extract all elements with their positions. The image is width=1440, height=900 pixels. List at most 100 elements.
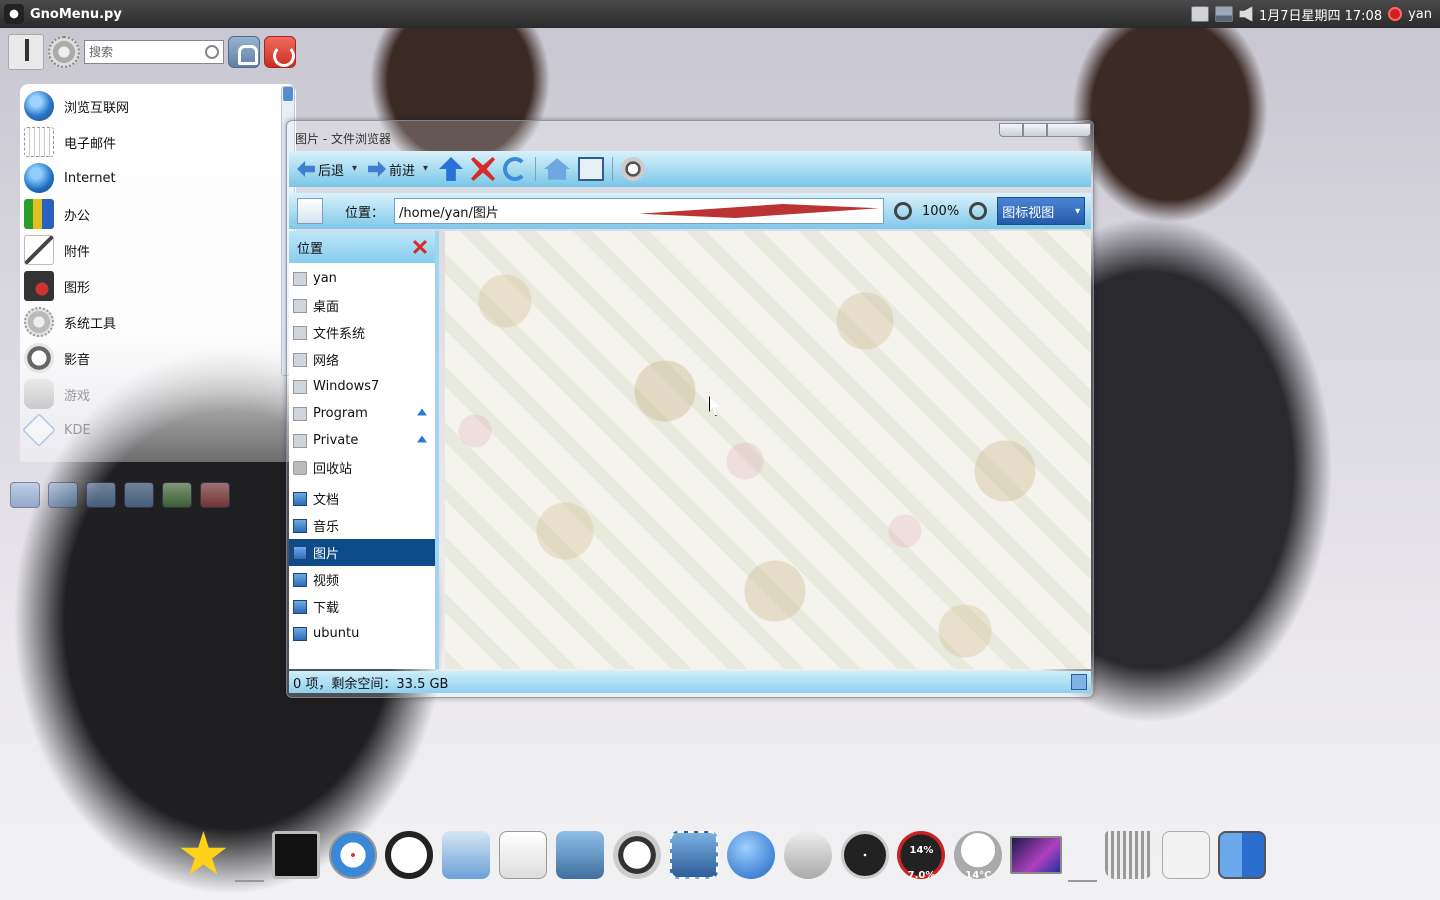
dock-item-browser[interactable] <box>327 827 378 883</box>
menu-item-web-browser[interactable]: 浏览互联网 <box>20 88 296 124</box>
gear-icon[interactable] <box>48 36 80 68</box>
maximize-button[interactable] <box>1023 123 1047 137</box>
forward-history-dropdown[interactable]: ▾ <box>423 164 431 174</box>
menu-item-internet[interactable]: Internet <box>20 160 296 196</box>
sidebar-item-pictures[interactable]: 图片 <box>289 539 435 566</box>
dock-item-favorites[interactable] <box>178 827 229 883</box>
dock-item-mail[interactable] <box>384 827 435 883</box>
dock: 14% 7.0% 14°C <box>178 820 1268 890</box>
search-icon[interactable] <box>205 45 219 59</box>
menu-item-kde[interactable]: KDE <box>20 412 296 448</box>
search-icon[interactable] <box>621 157 646 181</box>
user-avatar[interactable] <box>8 34 44 70</box>
sidebar-item-desktop[interactable]: 桌面 <box>289 292 435 319</box>
home-icon[interactable] <box>544 158 571 180</box>
menu-item-office[interactable]: 办公 <box>20 196 296 232</box>
home-folder-icon[interactable] <box>48 482 78 508</box>
menu-item-graphics[interactable]: 图形 <box>20 268 296 304</box>
sidebar-item-label: Private <box>313 433 359 448</box>
computer-icon[interactable] <box>10 482 40 508</box>
clear-icon[interactable] <box>639 204 880 218</box>
dock-item-email-client[interactable] <box>782 827 833 883</box>
dock-item-finder[interactable] <box>1217 827 1268 883</box>
dock-item-music-player[interactable] <box>441 827 492 883</box>
back-history-dropdown[interactable]: ▾ <box>352 164 360 174</box>
sidebar-header[interactable]: 位置 <box>289 231 435 263</box>
sidebar-item-home[interactable]: yan <box>289 265 435 292</box>
dock-item-audio[interactable] <box>612 827 663 883</box>
power-icon[interactable] <box>1388 7 1403 21</box>
sidebar-item-windows7[interactable]: Windows7 <box>289 373 435 400</box>
sidebar-item-program[interactable]: Program <box>289 400 435 427</box>
dock-item-weather[interactable]: 14°C <box>953 827 1004 883</box>
office-icon <box>24 199 54 229</box>
eject-icon[interactable] <box>417 408 427 416</box>
zoom-in-icon[interactable] <box>969 202 988 220</box>
network-icon[interactable] <box>1214 6 1233 22</box>
eject-icon[interactable] <box>417 435 427 443</box>
dock-item-desktop-preview[interactable] <box>1009 827 1062 883</box>
file-view-area[interactable] <box>445 231 1091 669</box>
sidebar-item-label: ubuntu <box>313 626 360 641</box>
menu-item-games[interactable]: 游戏 <box>20 376 296 412</box>
location-input[interactable]: /home/yan/图片 <box>394 198 885 224</box>
location-bar: 位置： /home/yan/图片 100% 图标视图 ▾ <box>289 193 1091 229</box>
back-label: 后退 <box>318 163 345 179</box>
up-icon[interactable] <box>439 157 464 181</box>
menu-item-accessories[interactable]: 附件 <box>20 232 296 268</box>
menu-item-mail[interactable]: 电子邮件 <box>20 124 296 160</box>
dock-separator <box>1067 880 1098 882</box>
menu-scroll-thumb[interactable] <box>283 87 293 101</box>
clock[interactable]: 1月7日星期四 17:08 <box>1259 5 1382 24</box>
sidebar-item-trash[interactable]: 回收站 <box>289 454 435 481</box>
close-icon[interactable] <box>413 240 427 254</box>
menu-favorites-bar <box>10 478 256 512</box>
sidebar-item-music[interactable]: 音乐 <box>289 512 435 539</box>
sidebar-item-downloads[interactable]: 下载 <box>289 593 435 620</box>
sidebar-item-documents[interactable]: 文档 <box>289 485 435 512</box>
search-input[interactable] <box>89 45 205 59</box>
shutdown-button[interactable] <box>264 36 296 68</box>
dock-item-terminal[interactable] <box>270 827 321 883</box>
display-icon[interactable] <box>1190 6 1209 22</box>
dock-item-font-viewer[interactable] <box>498 827 549 883</box>
sidebar-item-ubuntu[interactable]: ubuntu <box>289 620 435 647</box>
zoom-out-icon[interactable] <box>894 202 913 220</box>
search-field[interactable] <box>84 40 224 64</box>
forward-button[interactable]: 前进 <box>368 160 415 179</box>
music-icon[interactable] <box>162 482 192 508</box>
active-app[interactable]: GnoMenu.py <box>0 4 122 24</box>
sidebar-item-filesystem[interactable]: 文件系统 <box>289 319 435 346</box>
sidebar-item-label: 文档 <box>313 493 340 508</box>
dock-item-video-chat[interactable] <box>725 827 776 883</box>
sidebar-item-private[interactable]: Private <box>289 427 435 454</box>
resize-grip[interactable] <box>1071 674 1087 690</box>
dock-item-cpu-monitor[interactable]: 14% 7.0% <box>896 827 947 883</box>
pictures-icon[interactable] <box>124 482 154 508</box>
location-toggle-button[interactable] <box>297 198 323 224</box>
sidebar-item-network[interactable]: 网络 <box>289 346 435 373</box>
switch-icon <box>1161 831 1210 879</box>
minimize-button[interactable] <box>999 123 1023 137</box>
gnome-menu-icon[interactable] <box>4 4 24 24</box>
documents-icon[interactable] <box>86 482 116 508</box>
user-name[interactable]: yan <box>1408 7 1432 22</box>
reload-icon[interactable] <box>503 157 528 181</box>
stop-icon[interactable] <box>471 157 496 181</box>
dock-item-clock[interactable] <box>839 827 890 883</box>
lock-screen-button[interactable] <box>228 36 260 68</box>
menu-item-system-tools[interactable]: 系统工具 <box>20 304 296 340</box>
volume-icon[interactable] <box>1238 6 1253 22</box>
menu-item-multimedia[interactable]: 影音 <box>20 340 296 376</box>
computer-icon[interactable] <box>578 157 605 181</box>
window-titlebar[interactable]: 图片 - 文件浏览器 <box>287 121 1093 149</box>
dock-item-photo-viewer[interactable] <box>555 827 606 883</box>
dock-item-stamp[interactable] <box>668 827 719 883</box>
games-icon[interactable] <box>200 482 230 508</box>
dock-item-trash[interactable] <box>1103 827 1154 883</box>
back-button[interactable]: 后退 <box>297 160 344 179</box>
dock-item-switch[interactable] <box>1160 827 1211 883</box>
sidebar-item-videos[interactable]: 视频 <box>289 566 435 593</box>
close-button[interactable] <box>1047 123 1091 137</box>
view-mode-select[interactable]: 图标视图 ▾ <box>997 197 1086 225</box>
